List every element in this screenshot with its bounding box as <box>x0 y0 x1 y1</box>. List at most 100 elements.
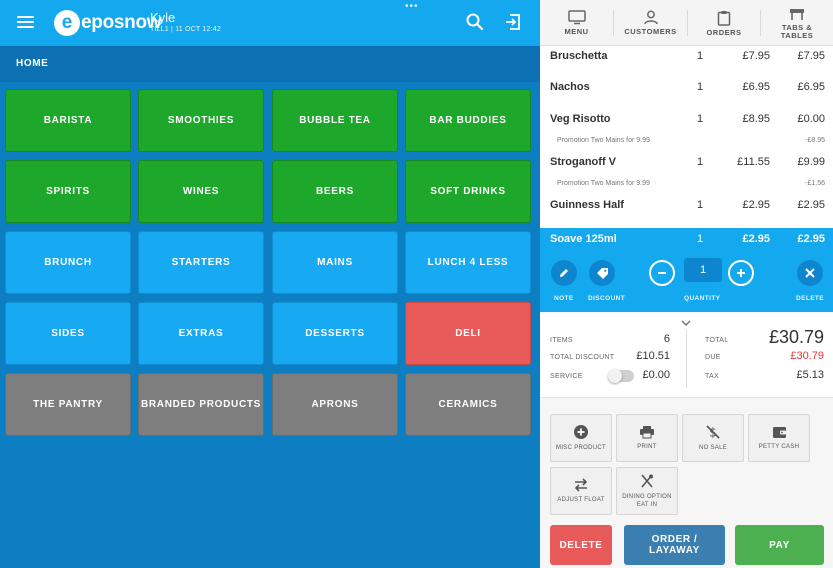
register-panel: e eposnow Kyle TILL1 | 11 OCT 12:42 ••• … <box>0 0 540 568</box>
swap-icon <box>574 478 588 492</box>
close-icon <box>805 268 815 278</box>
order-line[interactable]: Stroganoff V 1 £11.55 £9.99 <box>540 156 833 170</box>
total-discount-value: £10.51 <box>636 350 670 362</box>
service-value: £0.00 <box>642 369 670 381</box>
note-label: NOTE <box>554 295 574 302</box>
category-tile-spirits[interactable]: SPIRITS <box>5 160 131 223</box>
nav-orders-label: ORDERS <box>706 27 742 37</box>
item-price: £6.95 <box>742 81 770 93</box>
category-tile-mains[interactable]: MAINS <box>272 231 398 294</box>
print-button[interactable]: PRINT <box>616 414 678 462</box>
order-line[interactable]: Nachos 1 £6.95 £6.95 <box>540 81 833 95</box>
category-tile-barista[interactable]: BARISTA <box>5 89 131 152</box>
delete-order-button[interactable]: DELETE <box>550 525 612 565</box>
nav-customers-label: CUSTOMERS <box>624 27 677 36</box>
eposnow-logo: e eposnow <box>54 9 162 37</box>
category-tile-beers[interactable]: BEERS <box>272 160 398 223</box>
promotion-line: Promotion Two Mains for 9.99 -£1.56 <box>540 180 833 189</box>
wallet-icon <box>772 427 786 438</box>
adjust-float-button[interactable]: ADJUST FLOAT <box>550 467 612 515</box>
category-tile-brunch[interactable]: BRUNCH <box>5 231 131 294</box>
category-tile-branded-products[interactable]: BRANDED PRODUCTS <box>138 373 264 436</box>
more-dots-icon[interactable]: ••• <box>405 2 419 12</box>
plus-icon <box>737 269 745 277</box>
order-line[interactable]: Veg Risotto 1 £8.95 £0.00 <box>540 113 833 127</box>
discount-button[interactable] <box>589 260 615 286</box>
search-icon[interactable] <box>465 12 485 32</box>
category-tile-deli[interactable]: DELI <box>405 302 531 365</box>
decrease-quantity-button[interactable] <box>649 260 675 286</box>
total-discount-label: TOTAL DISCOUNT <box>550 354 615 361</box>
order-line[interactable]: Guinness Half 1 £2.95 £2.95 <box>540 199 833 213</box>
category-tile-sides[interactable]: SIDES <box>5 302 131 365</box>
item-total: £7.95 <box>797 50 825 62</box>
minus-icon <box>658 272 666 274</box>
item-qty: 1 <box>696 113 704 125</box>
item-price: £2.95 <box>742 233 770 245</box>
order-lines: Bruschetta 1 £7.95 £7.95 Nachos 1 £6.95 … <box>540 46 833 228</box>
selected-order-line[interactable]: Soave 125ml 1 £2.95 £2.95 NOTE DISCOUNT … <box>540 228 833 312</box>
item-qty: 1 <box>696 233 704 245</box>
misc-product-button[interactable]: MISC PRODUCT <box>550 414 612 462</box>
category-tile-the-pantry[interactable]: THE PANTRY <box>5 373 131 436</box>
quantity-input[interactable]: 1 <box>684 258 722 282</box>
logo-mark: e <box>54 10 80 36</box>
service-label: SERVICE <box>550 373 583 380</box>
promotion-value: -£1.56 <box>805 180 825 187</box>
till-info: TILL1 | 11 OCT 12:42 <box>150 26 221 33</box>
category-tile-lunch-4-less[interactable]: LUNCH 4 LESS <box>405 231 531 294</box>
nav-orders[interactable]: ORDERS <box>688 0 760 46</box>
plus-circle-icon <box>574 425 588 439</box>
note-button[interactable] <box>551 260 577 286</box>
petty-cash-label: PETTY CASH <box>758 444 800 450</box>
category-tile-extras[interactable]: EXTRAS <box>138 302 264 365</box>
tag-icon <box>596 267 608 279</box>
item-price: £7.95 <box>742 50 770 62</box>
promotion-name: Promotion Two Mains for 9.99 <box>557 180 650 187</box>
selected-line-row[interactable]: Soave 125ml 1 £2.95 £2.95 <box>540 233 833 247</box>
order-layaway-button[interactable]: ORDER / LAYAWAY <box>624 525 725 565</box>
delete-line-button[interactable] <box>797 260 823 286</box>
item-qty: 1 <box>696 156 704 168</box>
total-value: £30.79 <box>768 327 824 347</box>
dining-option-button[interactable]: DINING OPTION EAT IN <box>616 467 678 515</box>
item-total: £2.95 <box>797 233 825 245</box>
person-icon <box>643 10 658 25</box>
category-tile-bubble-tea[interactable]: BUBBLE TEA <box>272 89 398 152</box>
tax-value: £5.13 <box>796 369 824 381</box>
category-tile-soft-drinks[interactable]: SOFT DRINKS <box>405 160 531 223</box>
category-tile-bar-buddies[interactable]: BAR BUDDIES <box>405 89 531 152</box>
item-total: £2.95 <box>797 199 825 211</box>
order-line[interactable]: Bruschetta 1 £7.95 £7.95 <box>540 50 833 64</box>
tax-label: TAX <box>705 373 719 380</box>
category-tile-wines[interactable]: WINES <box>138 160 264 223</box>
logout-icon[interactable] <box>503 12 523 32</box>
pay-button[interactable]: PAY <box>735 525 824 565</box>
item-name: Veg Risotto <box>550 113 611 125</box>
item-price: £11.55 <box>737 156 770 168</box>
delete-label: DELETE <box>796 295 825 302</box>
category-tile-smoothies[interactable]: SMOOTHIES <box>138 89 264 152</box>
item-price: £2.95 <box>742 199 770 211</box>
item-price: £8.95 <box>742 113 770 125</box>
increase-quantity-button[interactable] <box>728 260 754 286</box>
nav-tabs-tables[interactable]: TABS & TABLES <box>761 0 833 46</box>
nav-customers[interactable]: CUSTOMERS <box>614 0 687 46</box>
no-sale-button[interactable]: $ NO SALE <box>682 414 744 462</box>
hamburger-menu-icon[interactable] <box>17 15 34 29</box>
category-tile-ceramics[interactable]: CERAMICS <box>405 373 531 436</box>
adjust-float-label: ADJUST FLOAT <box>557 497 605 503</box>
item-qty: 1 <box>696 50 704 62</box>
nav-menu[interactable]: MENU <box>540 0 613 46</box>
category-tile-desserts[interactable]: DESSERTS <box>272 302 398 365</box>
summary-divider <box>686 330 687 388</box>
breadcrumb-home[interactable]: HOME <box>16 58 48 69</box>
monitor-icon <box>567 10 586 25</box>
misc-product-label: MISC PRODUCT <box>556 445 606 451</box>
nav-menu-label: MENU <box>564 27 589 36</box>
category-tile-starters[interactable]: STARTERS <box>138 231 264 294</box>
chevron-down-icon[interactable] <box>681 320 691 327</box>
category-tile-aprons[interactable]: APRONS <box>272 373 398 436</box>
item-name: Bruschetta <box>550 50 608 62</box>
petty-cash-button[interactable]: PETTY CASH <box>748 414 810 462</box>
